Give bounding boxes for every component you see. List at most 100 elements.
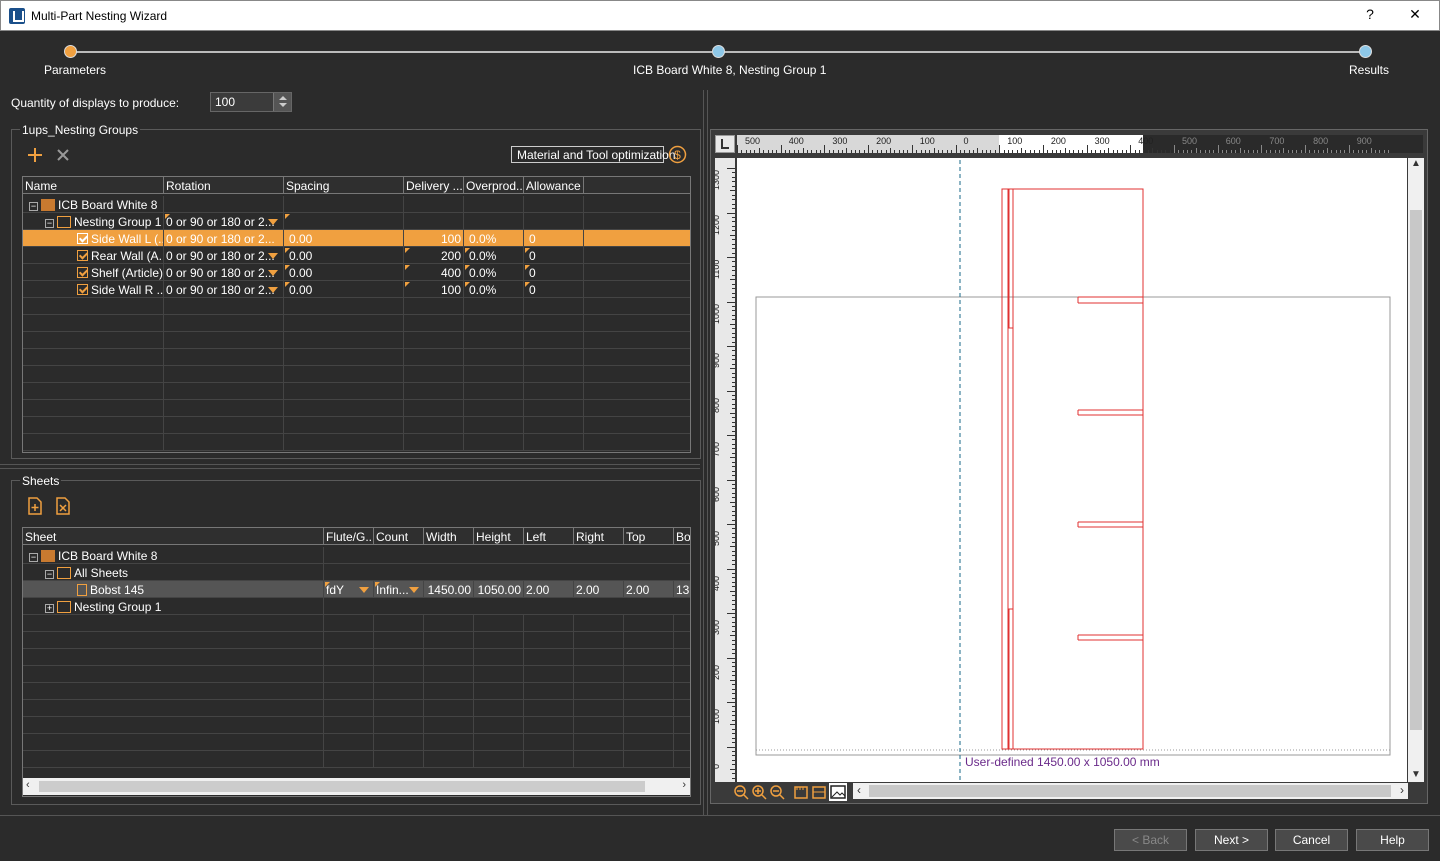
rotation-cell[interactable]: 0 or 90 or 180 or 2... <box>164 230 284 247</box>
col-bot[interactable]: Bot <box>674 528 690 545</box>
spacing-cell[interactable]: 0.00 <box>284 247 404 264</box>
preview-vertical-scrollbar[interactable]: ▲ ▼ <box>1408 158 1424 782</box>
spacing-cell[interactable]: 0.00 <box>284 281 404 298</box>
collapse-icon[interactable]: − <box>29 553 38 562</box>
checkbox[interactable] <box>77 267 88 278</box>
col-width[interactable]: Width <box>424 528 474 545</box>
collapse-icon[interactable]: − <box>29 202 38 211</box>
horizontal-scrollbar[interactable]: ‹ › <box>23 778 690 795</box>
overprod-cell[interactable]: 0.0% <box>464 247 524 264</box>
checkbox[interactable] <box>77 284 88 295</box>
collapse-icon[interactable]: − <box>45 219 54 228</box>
delete-sheet-icon[interactable] <box>54 497 72 515</box>
splitter-horizontal[interactable] <box>0 464 700 469</box>
dropdown-arrow-icon[interactable] <box>268 236 278 242</box>
scroll-right-icon[interactable]: › <box>682 779 686 791</box>
scrollbar-thumb[interactable] <box>869 785 1391 797</box>
tree-row-board[interactable]: − ICB Board White 8 <box>23 196 690 213</box>
overprod-cell[interactable]: 0.0% <box>464 264 524 281</box>
dropdown-arrow-icon[interactable] <box>409 587 419 593</box>
col-overprod[interactable]: Overprod... <box>464 177 524 194</box>
cancel-button[interactable]: Cancel <box>1275 829 1348 851</box>
scroll-down-icon[interactable]: ▼ <box>1411 769 1421 780</box>
scroll-up-icon[interactable]: ▲ <box>1411 158 1421 169</box>
scroll-left-icon[interactable]: ‹ <box>857 783 861 797</box>
scrollbar-thumb[interactable] <box>39 781 645 792</box>
scroll-right-icon[interactable]: › <box>1400 783 1404 797</box>
spacing-cell[interactable]: 0.00 <box>284 230 404 247</box>
tree-row-group[interactable]: − Nesting Group 1 0 or 90 or 180 or 2... <box>23 213 690 230</box>
col-spacing[interactable]: Spacing <box>284 177 404 194</box>
dropdown-arrow-icon[interactable] <box>359 587 369 593</box>
rotation-cell[interactable]: 0 or 90 or 180 or 2... <box>164 281 284 298</box>
add-sheet-icon[interactable] <box>26 497 44 515</box>
allowance-cell[interactable]: 0 <box>524 247 584 264</box>
nesting-preview-canvas[interactable]: User-defined 1450.00 x 1050.00 mm <box>737 158 1407 782</box>
ruler-corner-icon[interactable] <box>715 135 735 153</box>
right-cell[interactable]: 2.00 <box>574 581 624 598</box>
help-button[interactable]: Help <box>1356 829 1429 851</box>
delivery-cell[interactable]: 400 <box>404 264 464 281</box>
col-sheet[interactable]: Sheet <box>23 528 324 545</box>
top-cell[interactable]: 2.00 <box>624 581 674 598</box>
close-icon[interactable]: ✕ <box>1405 6 1425 23</box>
group-rotation-cell[interactable]: 0 or 90 or 180 or 2... <box>164 213 284 230</box>
part-row[interactable]: Shelf (Article) 0 or 90 or 180 or 2... 0.0… <box>23 264 690 281</box>
expand-icon[interactable]: + <box>45 604 54 613</box>
spin-buttons[interactable] <box>273 93 291 111</box>
quantity-stepper[interactable]: 100 <box>210 92 292 112</box>
delivery-cell[interactable]: 100 <box>404 230 464 247</box>
step-dot-parameters[interactable] <box>64 45 77 58</box>
splitter-vertical[interactable] <box>703 90 708 815</box>
zoom-out-icon[interactable] <box>769 784 785 800</box>
zoom-fit-icon[interactable] <box>733 784 749 800</box>
back-button[interactable]: < Back <box>1114 829 1187 851</box>
spacing-cell[interactable]: 0.00 <box>284 264 404 281</box>
col-name[interactable]: Name <box>23 177 164 194</box>
bot-cell[interactable]: 13 <box>674 581 690 598</box>
dropdown-arrow-icon[interactable] <box>268 253 278 259</box>
col-delivery[interactable]: Delivery ... <box>404 177 464 194</box>
flute-cell[interactable]: fdY <box>324 581 374 598</box>
dimension-icon[interactable] <box>811 784 827 800</box>
preview-horizontal-scrollbar[interactable]: ‹ › <box>853 783 1408 799</box>
rotation-cell[interactable]: 0 or 90 or 180 or 2... <box>164 264 284 281</box>
sheet-tree-row-all-sheets[interactable]: − All Sheets <box>23 564 690 581</box>
part-row[interactable]: Side Wall R ... 0 or 90 or 180 or 2... 0.0… <box>23 281 690 298</box>
collapse-icon[interactable]: − <box>45 570 54 579</box>
height-cell[interactable]: 1050.00 <box>474 581 524 598</box>
material-tool-optimization-button[interactable]: Material and Tool optimization <box>511 146 676 163</box>
left-cell[interactable]: 2.00 <box>524 581 574 598</box>
part-row[interactable]: Side Wall L (... 0 or 90 or 180 or 2... 0.… <box>23 230 690 247</box>
add-icon[interactable] <box>26 146 44 164</box>
spin-up-icon[interactable] <box>279 96 287 100</box>
col-height[interactable]: Height <box>474 528 524 545</box>
sheet-row-bobst[interactable]: Bobst 145 fdY Infin... 1450.00 1050.00 2… <box>23 581 690 598</box>
col-count[interactable]: Count <box>374 528 424 545</box>
help-icon[interactable]: ? <box>1360 6 1380 22</box>
delivery-cell[interactable]: 100 <box>404 281 464 298</box>
col-rotation[interactable]: Rotation <box>164 177 284 194</box>
allowance-cell[interactable]: 0 <box>524 281 584 298</box>
checkbox[interactable] <box>77 233 88 244</box>
next-button[interactable]: Next > <box>1195 829 1268 851</box>
col-flute[interactable]: Flute/G... <box>324 528 374 545</box>
overprod-cell[interactable]: 0.0% <box>464 230 524 247</box>
group-spacing-cell[interactable] <box>284 213 404 230</box>
rotation-cell[interactable]: 0 or 90 or 180 or 2... <box>164 247 284 264</box>
zoom-in-icon[interactable] <box>751 784 767 800</box>
part-row[interactable]: Rear Wall (A... 0 or 90 or 180 or 2... 0.0… <box>23 247 690 264</box>
dropdown-arrow-icon[interactable] <box>268 270 278 276</box>
checkbox[interactable] <box>77 250 88 261</box>
ruler-toggle-icon[interactable] <box>793 784 809 800</box>
step-dot-results[interactable] <box>1359 45 1372 58</box>
width-cell[interactable]: 1450.00 <box>424 581 474 598</box>
overprod-cell[interactable]: 0.0% <box>464 281 524 298</box>
col-top[interactable]: Top <box>624 528 674 545</box>
spin-down-icon[interactable] <box>279 103 287 107</box>
dropdown-arrow-icon[interactable] <box>268 219 278 225</box>
col-left[interactable]: Left <box>524 528 574 545</box>
delivery-cell[interactable]: 200 <box>404 247 464 264</box>
col-allowance[interactable]: Allowance <box>524 177 584 194</box>
sheet-tree-row-group[interactable]: + Nesting Group 1 <box>23 598 690 615</box>
